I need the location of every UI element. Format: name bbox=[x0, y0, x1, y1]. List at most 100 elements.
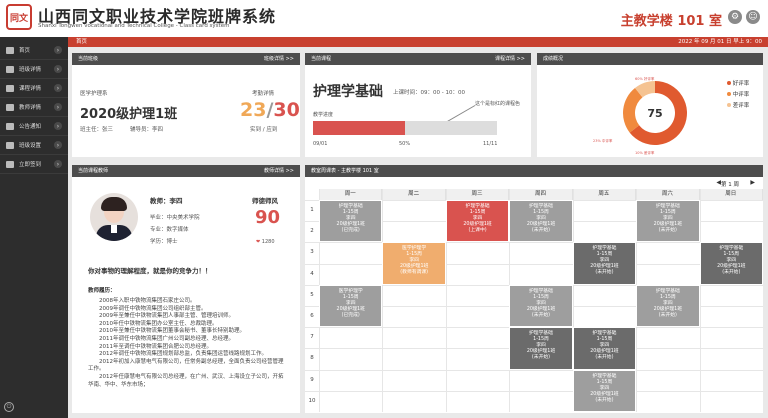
teacher-school: 毕业：中央美术学院 bbox=[150, 215, 200, 221]
period-number: 4 bbox=[310, 270, 314, 277]
teacher-detail-link[interactable]: 教师详情 >> bbox=[264, 165, 294, 177]
home-icon bbox=[6, 46, 14, 54]
actual-count: 23 bbox=[240, 99, 267, 121]
room-title: 主教学楼 101 室 bbox=[620, 14, 722, 29]
attendance-value: 23/30 bbox=[240, 99, 300, 121]
course-cell[interactable]: 护理学基础 1-15周 李四 20级护理1班 (未开始) bbox=[572, 242, 637, 285]
class-card: 当前班级 班级详情 >> 医学护理系 2020级护理1班 班主任：张三 辅导员：李… bbox=[72, 53, 300, 157]
chevron-right-icon: › bbox=[54, 103, 62, 111]
sidebar-item-teacher[interactable]: 教师详情 › bbox=[0, 98, 68, 117]
sidebar-item-label: 立即签到 bbox=[19, 162, 42, 168]
segment-label-1: 60% 好评率 bbox=[635, 77, 655, 81]
course-cell-line: (未开始) bbox=[722, 270, 741, 276]
course-cell-line: (已完成) bbox=[341, 228, 360, 233]
class-icon bbox=[6, 65, 14, 73]
major-label: 医学护理系 bbox=[80, 91, 108, 97]
school-logo: 同文 bbox=[6, 4, 32, 30]
history-item: 2010年至兼任中铁物流集团董事会秘书、董事长特别助理。 bbox=[88, 328, 245, 335]
assistant: 辅导员：李四 bbox=[130, 127, 164, 133]
legend-item: 差评率 bbox=[727, 101, 749, 112]
class-detail-link[interactable]: 班级详情 >> bbox=[264, 53, 294, 65]
course-cell[interactable]: 护理学基础 1-15周 李四 20级护理1班 (未开始) bbox=[572, 327, 637, 370]
course-cell[interactable]: 护理学基础 1-15周 李四 20级护理1班 (未开始) bbox=[509, 200, 573, 243]
progress-percent: 50% bbox=[399, 141, 411, 147]
chevron-right-icon: › bbox=[54, 84, 62, 92]
teacher-avatar bbox=[90, 193, 138, 241]
grade-card: 成绩概况 75 60% 好评率 23% 中评率 10% 差评率 好评率 中评率 … bbox=[537, 53, 763, 157]
heart-icon: ❤ bbox=[256, 239, 261, 245]
period-number: 2 bbox=[310, 228, 314, 235]
week-nav: ◀ 第 1 周 ▶ bbox=[305, 177, 763, 189]
card-title: 教室周课表 - 主教学楼 101 室 bbox=[311, 168, 379, 174]
course-cell-line: (未开始) bbox=[531, 312, 551, 318]
course-cell[interactable]: 医学护理学 1-15周 李四 20级护理1班 (教师有调课) bbox=[382, 242, 446, 285]
period-number: 1 bbox=[310, 207, 314, 213]
card-title: 当前课程 bbox=[311, 56, 332, 62]
next-week-icon[interactable]: ▶ bbox=[750, 179, 755, 186]
user-settings-icon[interactable]: ☺ bbox=[746, 10, 760, 24]
course-cell-line: (已完成) bbox=[341, 312, 360, 318]
card-title: 成绩概况 bbox=[543, 56, 564, 62]
history-title: 教师履历： bbox=[88, 288, 116, 294]
sidebar-item-label: 首页 bbox=[19, 48, 31, 54]
day-header: 周三 bbox=[445, 189, 510, 200]
notice-icon bbox=[6, 122, 14, 130]
gear-icon[interactable]: ⚙ bbox=[728, 10, 742, 24]
course-cell[interactable]: 护理学基础 1-15周 李四 20级护理1班 (未开始) bbox=[699, 242, 763, 285]
course-cell[interactable]: 护理学基础 1-15周 李四 20级护理1班 (未开始) bbox=[509, 327, 573, 370]
sidebar-item-course[interactable]: 课程详情 › bbox=[0, 79, 68, 98]
sidebar-item-label: 班级设置 bbox=[19, 143, 42, 149]
sidebar-item-notice[interactable]: 公告通知 › bbox=[0, 117, 68, 136]
teacher-major: 专业：数字媒体 bbox=[150, 227, 189, 233]
teacher-motto: 你对事物的理解程度，就是你的竞争力！！ bbox=[88, 267, 212, 275]
settings-icon bbox=[6, 141, 14, 149]
history-item: 2012年调任中铁物流集团规划部总监，负责集团运营线路规划工作。 bbox=[88, 351, 267, 358]
period-number: 6 bbox=[310, 313, 314, 319]
sidebar-item-home[interactable]: 首页 › bbox=[0, 41, 68, 60]
honor-label: 师德师风 bbox=[252, 197, 278, 205]
course-cell[interactable]: 护理学基础 1-15周 李四 20级护理1班 (未开始) bbox=[572, 369, 637, 412]
power-icon[interactable]: ⏻ bbox=[4, 402, 14, 412]
sidebar-item-class[interactable]: 班级详情 › bbox=[0, 60, 68, 79]
chevron-right-icon: › bbox=[54, 160, 62, 168]
history-item: 2011年调任中铁物流集团广州公司副总经理、总经理。 bbox=[88, 335, 234, 342]
course-detail-link[interactable]: 课程详情 >> bbox=[495, 53, 525, 65]
progress-label: 教学进度 bbox=[313, 112, 334, 118]
period-number: 9 bbox=[310, 376, 314, 383]
course-cell[interactable]: 护理学基础 1-15周 李四 20级护理1班 (上课中) bbox=[445, 200, 510, 243]
col-divider bbox=[382, 189, 384, 412]
period-number: 3 bbox=[310, 249, 314, 256]
day-header: 周五 bbox=[572, 189, 637, 200]
segment-label-3: 10% 差评率 bbox=[635, 151, 655, 155]
course-cell[interactable]: 护理学基础 1-15周 李四 20级护理1班 (未开始) bbox=[509, 284, 573, 328]
breadcrumb-home[interactable]: 首页 bbox=[76, 37, 87, 47]
course-cell[interactable]: 护理学基础 1-15周 李四 20级护理1班 (未开始) bbox=[636, 284, 700, 328]
grade-card-header: 成绩概况 bbox=[537, 53, 763, 65]
legend-item: 中评率 bbox=[727, 90, 749, 101]
course-name: 护理学基础 bbox=[313, 84, 383, 100]
card-title: 当前班级 bbox=[78, 56, 99, 62]
class-name: 2020级护理1班 bbox=[80, 107, 178, 122]
day-header: 周二 bbox=[382, 189, 446, 200]
day-header: 周一 bbox=[319, 189, 383, 200]
course-cell[interactable]: 医学护理学 1-15周 李四 20级护理1班 (已完成) bbox=[319, 284, 383, 328]
week-label: 第 1 周 bbox=[721, 182, 739, 188]
sidebar-item-settings[interactable]: 班级设置 › bbox=[0, 136, 68, 155]
teacher-card: 当前课程教师 教师详情 >> 教师：李四 毕业：中央美术学院 专业：数字媒体 学历… bbox=[72, 165, 300, 413]
period-number: 7 bbox=[310, 334, 314, 341]
course-cell-line: (上课中) bbox=[468, 228, 487, 233]
sidebar-item-signin[interactable]: 立即签到 › bbox=[0, 155, 68, 174]
course-cell-line: (教师有调课) bbox=[400, 270, 428, 276]
school-english-name: Shanxi Tongwen vocational and Technical … bbox=[38, 23, 230, 29]
attendance-label: 考勤详情 bbox=[252, 91, 275, 97]
course-cell-line: (未开始) bbox=[595, 270, 614, 276]
row-divider bbox=[305, 369, 763, 371]
annotation: 这个是标红的课程色 bbox=[475, 101, 521, 107]
course-cell[interactable]: 护理学基础 1-15周 李四 20级护理1班 (已完成) bbox=[319, 200, 383, 243]
day-header: 周日 bbox=[699, 189, 763, 200]
course-cell[interactable]: 护理学基础 1-15周 李四 20级护理1班 (未开始) bbox=[636, 200, 700, 243]
teacher-degree: 学历：博士 bbox=[150, 239, 178, 245]
col-divider bbox=[699, 189, 701, 412]
row-divider bbox=[305, 390, 763, 392]
grade-donut-chart: 75 bbox=[623, 81, 687, 145]
